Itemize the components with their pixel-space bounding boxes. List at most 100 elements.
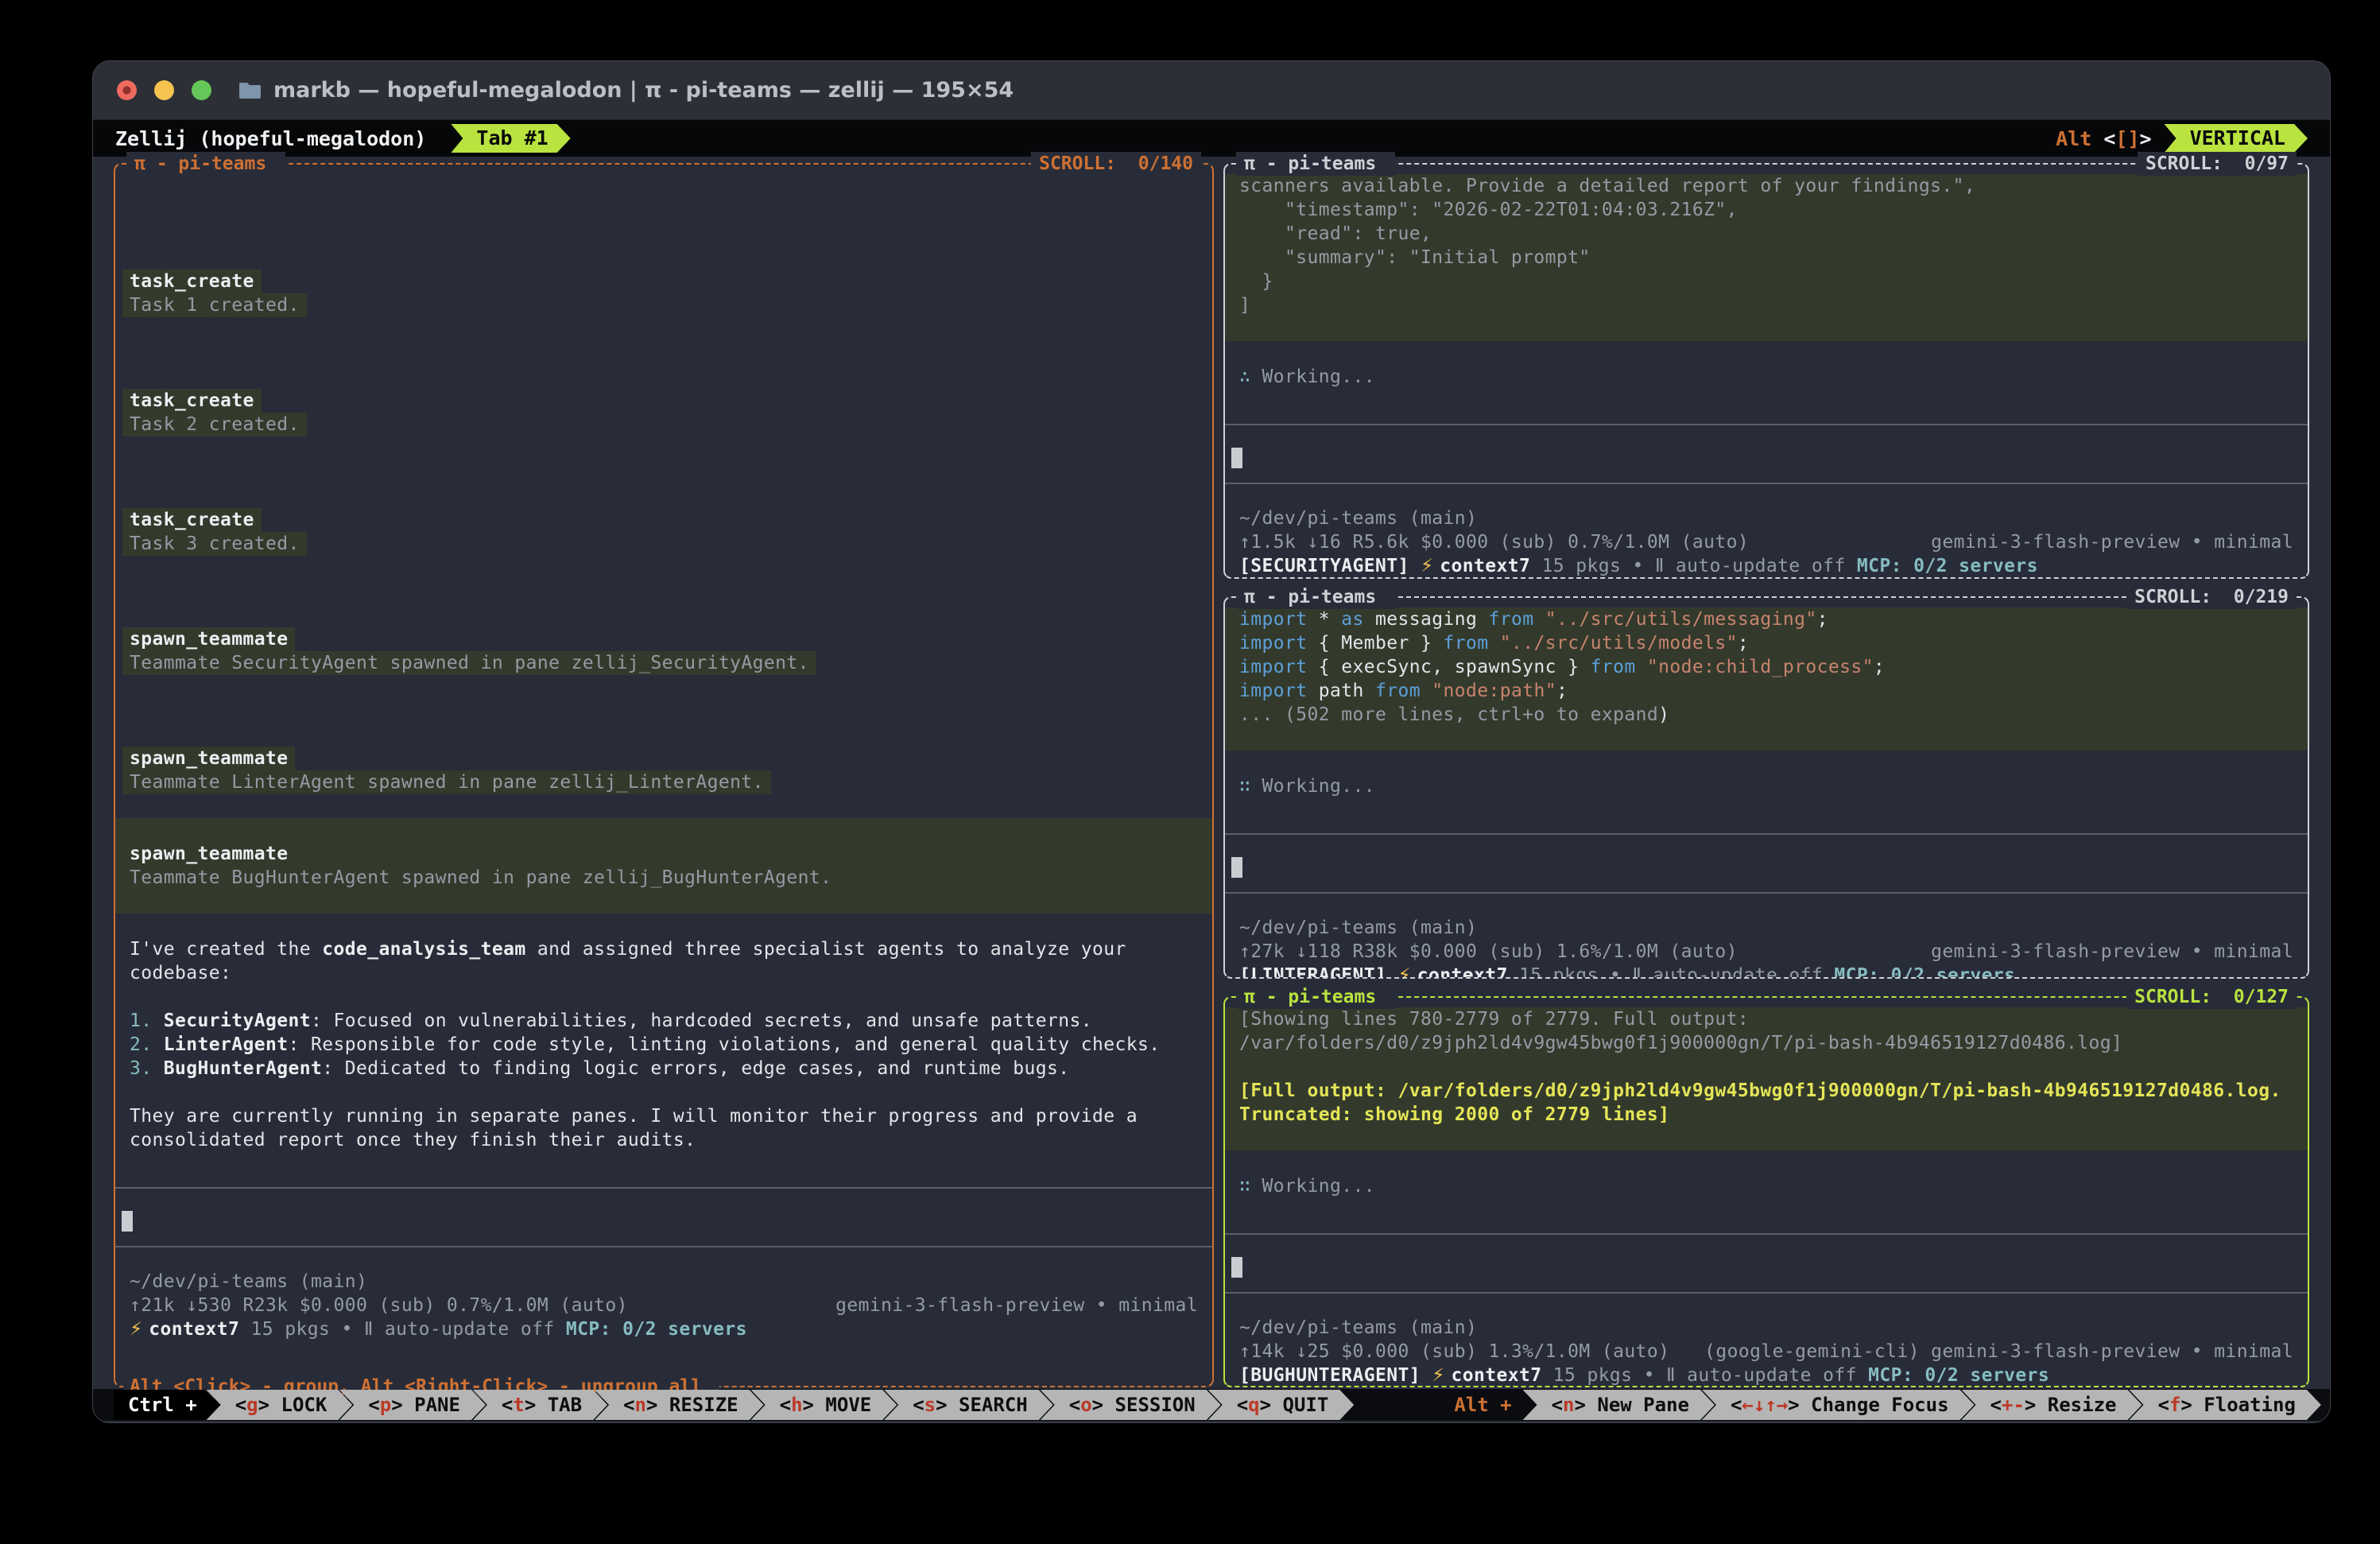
text-segment: messaging [1375,609,1488,630]
status-left: ↑14k ↓25 $0.000 (sub) 1.3%/1.0M (auto) [1239,1340,1669,1364]
keybind-ribbon-search[interactable]: <s> SEARCH [884,1390,1053,1420]
text-segment: spawn_teammate [130,844,288,864]
text-segment: from [1375,681,1432,701]
text-segment: from [1591,657,1647,677]
terminal-line [130,675,1198,699]
text-segment: [SECURITYAGENT] [1239,556,1421,576]
keybind-ribbon-session[interactable]: <o> SESSION [1041,1390,1221,1420]
terminal-line [130,1080,1198,1104]
status-right: gemini-3-flash-preview • minimal [1931,530,2293,554]
terminal-line [1239,857,2293,881]
terminal-line: consolidated report once they finish the… [130,1128,1198,1152]
text-segment: 15 pkgs • Ⅱ auto-update off [1541,1365,1868,1386]
text-segment: : Focused on vulnerabilities, hardcoded … [311,1011,1092,1031]
minimize-button[interactable] [154,80,174,100]
separator-line [1239,424,2293,448]
terminal-line [1225,727,2308,751]
terminal-line: [BUGHUNTERAGENT] ⚡ context7 15 pkgs • Ⅱ … [1239,1364,2293,1386]
keybind-ribbon-tab[interactable]: <t> TAB [473,1390,607,1420]
terminal-line: Truncated: showing 2000 of 2779 lines] [1225,1103,2308,1127]
text-segment: [Full output: /var/folders/d0/z9jph2ld4v… [1239,1080,2281,1101]
text-segment: SecurityAgent [164,1011,311,1031]
text-segment: [BUGHUNTERAGENT] [1239,1365,1432,1386]
terminal-line: 2. LinterAgent: Responsible for code sty… [130,1033,1198,1057]
terminal-line [1239,341,2293,365]
traffic-lights [117,80,211,100]
keybind-ribbon-move[interactable]: <h> MOVE [751,1390,897,1420]
terminal-line [130,985,1198,1009]
maximize-button[interactable] [192,80,211,100]
text-segment: gemini-3-flash-preview • minimal [1931,532,2293,553]
pane-security-agent[interactable]: π - pi-teams SCROLL: 0/97 scanners avail… [1223,163,2309,579]
titlebar: markb — hopeful-megalodon | π - pi-teams… [93,61,2330,120]
text-segment: MCP: 0/2 servers [1868,1365,2049,1386]
pane-title: π - pi-teams [1236,152,1395,176]
keybind-ribbon-pane[interactable]: <p> PANE [339,1390,486,1420]
status-right: gemini-3-flash-preview • minimal [1931,940,2293,964]
terminal-line [130,341,1198,365]
text-segment: "summary": "Initial prompt" [1239,247,1591,268]
keybind-ribbon-change-focus[interactable]: <←↓↑→> Change Focus [1702,1390,1975,1420]
keybind-ribbon-resize[interactable]: <+-> Resize [1962,1390,2142,1420]
pane-title: π - pi-teams [1236,585,1395,609]
text-segment: from [1488,609,1545,630]
text-segment: "read": true, [1239,223,1432,244]
terminal-line [1239,1198,2293,1222]
separator-line [1239,1233,2293,1257]
text-segment: codebase: [130,963,231,983]
terminal-line: ... (502 more lines, ctrl+o to expand) [1225,703,2308,727]
text-segment: ↑1.5k ↓16 R5.6k $0.000 (sub) 0.7%/1.0M (… [1239,532,1749,553]
text-segment: gemini-3-flash-preview • minimal [835,1295,1198,1316]
text-segment: LinterAgent [164,1034,289,1055]
right-column: π - pi-teams SCROLL: 0/97 scanners avail… [1223,163,2309,1389]
terminal-line: ↑27k ↓118 R38k $0.000 (sub) 1.6%/1.0M (a… [1239,940,2293,964]
text-segment: ~/dev/pi-teams (main) [130,1271,367,1292]
keybind-ribbon-floating[interactable]: <f> Floating [2129,1390,2320,1420]
terminal-line [1239,389,2293,413]
text-segment: ⚡ [130,1319,149,1340]
text-segment: context7 [149,1319,239,1340]
text-segment: Teammate SecurityAgent spawned in pane z… [130,653,809,673]
terminal-line: ~/dev/pi-teams (main) [1239,916,2293,940]
text-segment: ; [1817,609,1828,630]
statusbar-ctrl-group: Ctrl +<g> LOCK<p> PANE<t> TAB<n> RESIZE<… [114,1390,1354,1420]
terminal-line: task_create [122,389,262,413]
terminal-line: ↑21k ↓530 R23k $0.000 (sub) 0.7%/1.0M (a… [130,1294,1198,1317]
terminal-line [130,246,1198,270]
text-segment: Working... [1262,1176,1375,1197]
close-button[interactable] [117,80,137,100]
text-segment: ⚡ [1421,556,1440,576]
terminal-line [130,365,1198,389]
keybind-ribbon-quit[interactable]: <q> QUIT [1208,1390,1355,1420]
text-segment: Working... [1262,776,1375,797]
status-right: gemini-3-flash-preview • minimal [835,1294,1198,1317]
separator-line [130,1187,1198,1211]
text-segment: < [2103,127,2115,150]
keybind-ribbon-new-pane[interactable]: <n> New Pane [1523,1390,1715,1420]
terminal-line [1225,1127,2308,1150]
text-segment: [LINTERAGENT] [1239,965,1397,977]
terminal-line: 1. SecurityAgent: Focused on vulnerabili… [130,1009,1198,1033]
text-cursor [1231,448,1242,468]
terminal-line [1225,317,2308,341]
terminal-line: Teammate SecurityAgent spawned in pane z… [122,651,816,675]
terminal-line: ∷ Working... [1239,1174,2293,1198]
terminal-line [130,222,1198,246]
keybind-ribbon-resize[interactable]: <n> RESIZE [595,1390,764,1420]
scroll-indicator: SCROLL: 0/127 [2126,985,2297,1009]
keybind-ribbon-lock[interactable]: <g> LOCK [207,1390,353,1420]
status-left: ↑1.5k ↓16 R5.6k $0.000 (sub) 0.7%/1.0M (… [1239,530,1749,554]
text-segment: (google-gemini-cli) gemini-3-flash-previ… [1704,1341,2293,1362]
pane-main-agent[interactable]: π - pi-teams SCROLL: 0/140 task_createTa… [114,163,1214,1387]
text-segment: [] [2115,127,2139,150]
text-segment: ~/dev/pi-teams (main) [1239,1317,1477,1338]
text-segment: "../src/utils/messaging" [1545,609,1817,630]
tab-1[interactable]: Tab #1 [451,124,570,153]
text-segment: code_analysis_team [322,939,525,960]
text-segment: "../src/utils/models" [1500,633,1738,654]
text-segment: ; [1556,681,1568,701]
pane-linter-agent[interactable]: π - pi-teams SCROLL: 0/219 import * as m… [1223,596,2309,979]
text-segment: and assigned three specialist agents to … [526,939,1126,960]
text-segment: ↑21k ↓530 R23k $0.000 (sub) 0.7%/1.0M (a… [130,1295,628,1316]
pane-bughunter-agent[interactable]: π - pi-teams SCROLL: 0/127 [Showing line… [1223,996,2309,1387]
